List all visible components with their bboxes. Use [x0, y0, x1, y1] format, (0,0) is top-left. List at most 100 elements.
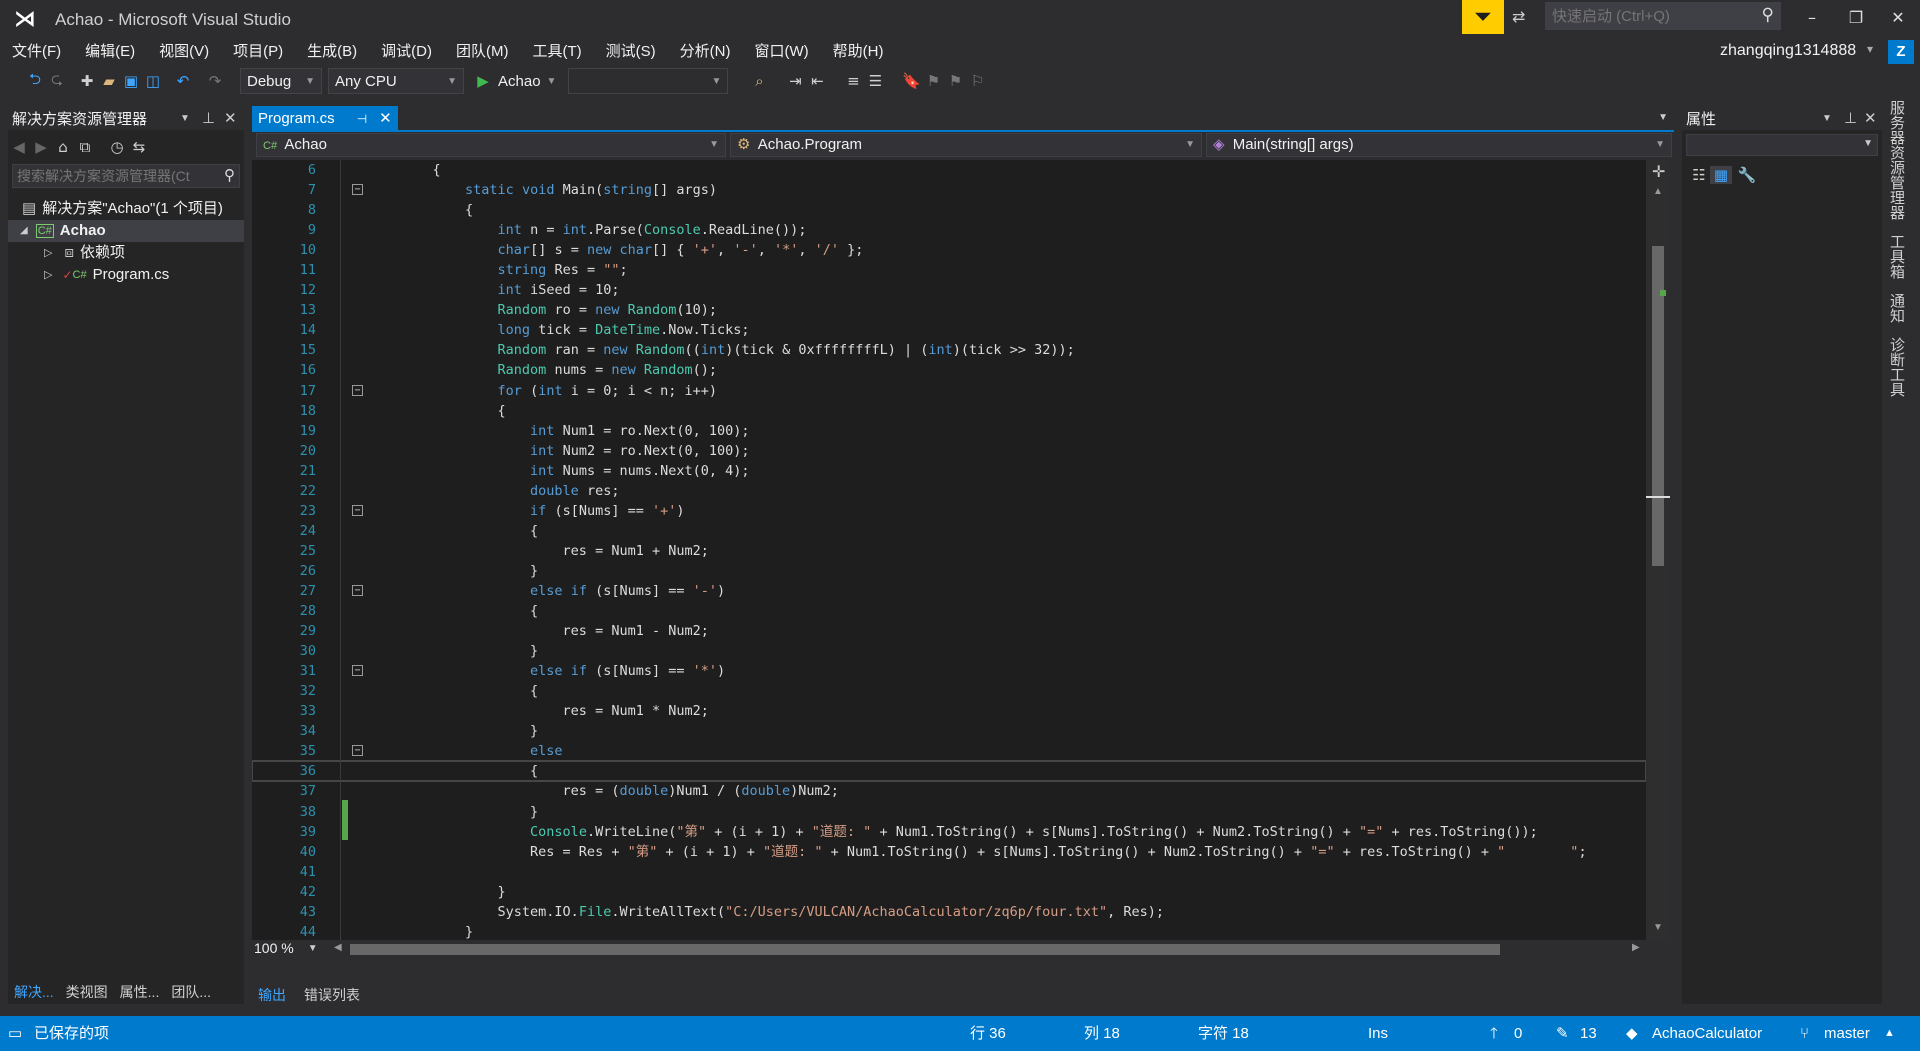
code-line[interactable]: 17 for (int i = 0; i < n; i++) −: [252, 381, 1646, 401]
start-button-label[interactable]: Achao: [498, 73, 541, 90]
scroll-right-icon[interactable]: ▶: [1632, 942, 1640, 953]
tab-solution-explorer[interactable]: 解决...: [8, 980, 60, 1004]
chevron-down-icon[interactable]: ▾: [1867, 42, 1873, 56]
code-line[interactable]: 41: [252, 862, 1646, 882]
notifications-flag-icon[interactable]: ⏷: [1462, 0, 1504, 34]
zoom-dropdown[interactable]: 100 % ▼: [254, 940, 318, 956]
code-line[interactable]: 10 char[] s = new char[] { '+', '-', '*'…: [252, 240, 1646, 260]
quick-launch-box[interactable]: ⚲: [1545, 2, 1781, 30]
status-insert-mode[interactable]: Ins: [1368, 1016, 1388, 1051]
menu-file[interactable]: 文件(F): [0, 40, 73, 64]
save-icon[interactable]: ▣: [120, 72, 142, 90]
search-icon[interactable]: ⚲: [1762, 5, 1774, 25]
code-line[interactable]: 7 static void Main(string[] args) −: [252, 180, 1646, 200]
menu-edit[interactable]: 编辑(E): [73, 40, 147, 64]
pending-changes-count[interactable]: 13: [1580, 1016, 1597, 1051]
code-line[interactable]: 39 Console.WriteLine("第" + (i + 1) + "道题…: [252, 822, 1646, 842]
repository-name[interactable]: AchaoCalculator: [1652, 1016, 1762, 1051]
feedback-icon[interactable]: ⇄: [1512, 7, 1525, 26]
code-line[interactable]: 27 else if (s[Nums] == '-') −: [252, 581, 1646, 601]
code-line[interactable]: 44 }: [252, 922, 1646, 940]
rail-diagnostic-tools[interactable]: 诊断工具: [1886, 337, 1907, 397]
tab-output[interactable]: 输出: [252, 983, 292, 1007]
clear-bookmarks-icon[interactable]: ⚐: [966, 72, 988, 90]
tab-class-view[interactable]: 类视图: [60, 980, 114, 1004]
tab-error-list[interactable]: 错误列表: [298, 983, 366, 1007]
menu-analyze[interactable]: 分析(N): [668, 40, 743, 64]
user-account-name[interactable]: zhangqing1314888: [1720, 42, 1856, 60]
collapse-region-icon[interactable]: −: [352, 584, 363, 596]
code-line[interactable]: 34 }: [252, 721, 1646, 741]
code-line[interactable]: 36 {: [252, 760, 1646, 783]
code-line[interactable]: 14 long tick = DateTime.Now.Ticks;: [252, 320, 1646, 340]
chevron-up-icon[interactable]: ▲: [1884, 1016, 1895, 1051]
menu-view[interactable]: 视图(V): [147, 40, 221, 64]
close-icon[interactable]: ✕: [224, 109, 237, 127]
categorized-icon[interactable]: ☷: [1688, 166, 1710, 184]
code-line[interactable]: 43 System.IO.File.WriteAllText("C:/Users…: [252, 902, 1646, 922]
expanded-arrow-icon[interactable]: ◢: [20, 220, 28, 242]
code-line[interactable]: 21 int Nums = nums.Next(0, 4);: [252, 461, 1646, 481]
close-window-button[interactable]: ✕: [1880, 4, 1916, 32]
search-icon[interactable]: ⚲: [224, 166, 235, 184]
code-line[interactable]: 20 int Num2 = ro.Next(0, 100);: [252, 441, 1646, 461]
tree-item-program-cs[interactable]: ▷ ✓ C# Program.cs: [8, 264, 244, 286]
menu-help[interactable]: 帮助(H): [821, 40, 896, 64]
collapse-region-icon[interactable]: −: [352, 745, 363, 757]
code-line[interactable]: 42 }: [252, 882, 1646, 902]
indent-icon[interactable]: ≡: [842, 72, 864, 90]
pin-icon[interactable]: ⊥: [202, 109, 215, 127]
member-dropdown[interactable]: ◈ Main(string[] args) ▼: [1206, 133, 1672, 157]
status-line[interactable]: 行 36: [970, 1016, 1006, 1051]
code-line[interactable]: 13 Random ro = new Random(10);: [252, 300, 1646, 320]
collapsed-arrow-icon[interactable]: ▷: [44, 264, 52, 286]
bookmark-icon[interactable]: 🔖: [900, 72, 922, 90]
solution-search-input[interactable]: [13, 165, 213, 187]
open-file-icon[interactable]: ▰: [98, 72, 120, 90]
code-line[interactable]: 9 int n = int.Parse(Console.ReadLine());: [252, 220, 1646, 240]
next-bookmark-icon[interactable]: ⚑: [944, 72, 966, 90]
tab-overflow-icon[interactable]: ▼: [1658, 112, 1668, 123]
rail-notifications[interactable]: 通知: [1886, 293, 1907, 323]
code-line[interactable]: 23 if (s[Nums] == '+') −: [252, 501, 1646, 521]
collapse-region-icon[interactable]: −: [352, 504, 363, 516]
code-line[interactable]: 40 Res = Res + "第" + (i + 1) + "道题: " + …: [252, 842, 1646, 862]
outdent-icon[interactable]: ☰: [864, 72, 886, 90]
wrench-icon[interactable]: 🔧: [1736, 166, 1758, 184]
solution-search-box[interactable]: ⚲: [12, 164, 240, 188]
start-debugging-icon[interactable]: ▶: [472, 72, 494, 90]
avatar[interactable]: Z: [1888, 40, 1914, 64]
code-line[interactable]: 33 res = Num1 * Num2;: [252, 701, 1646, 721]
platform-dropdown[interactable]: Any CPU ▼: [328, 68, 464, 94]
close-icon[interactable]: ✕: [1864, 109, 1877, 127]
sync-icon[interactable]: ⇆: [128, 138, 150, 156]
minimize-button[interactable]: –: [1794, 4, 1830, 32]
find-in-files-icon[interactable]: ⌕: [748, 72, 770, 90]
step-over-icon[interactable]: ⇤: [806, 72, 828, 90]
menu-debug[interactable]: 调试(D): [369, 40, 444, 64]
quick-launch-input[interactable]: [1546, 3, 1746, 29]
undo-icon[interactable]: ↶: [172, 72, 194, 90]
code-line[interactable]: 8 {: [252, 200, 1646, 220]
property-pages-icon[interactable]: ▦: [1710, 166, 1732, 184]
scroll-left-icon[interactable]: ◀: [334, 942, 342, 953]
menu-tools[interactable]: 工具(T): [520, 40, 593, 64]
collapse-region-icon[interactable]: −: [352, 665, 363, 677]
code-line[interactable]: 16 Random nums = new Random();: [252, 360, 1646, 380]
pin-icon[interactable]: ⊥: [1844, 109, 1857, 127]
menu-project[interactable]: 项目(P): [221, 40, 295, 64]
vertical-scrollbar[interactable]: ✛ ▲ ▼: [1646, 160, 1670, 940]
code-line[interactable]: 29 res = Num1 - Num2;: [252, 621, 1646, 641]
unpublished-commits-count[interactable]: 0: [1514, 1016, 1522, 1051]
save-all-icon[interactable]: ◫: [142, 72, 164, 90]
restore-button[interactable]: ❐: [1838, 4, 1874, 32]
step-into-icon[interactable]: ⇥: [784, 72, 806, 90]
navigate-forward-icon[interactable]: ⮎: [46, 69, 68, 94]
scroll-up-icon[interactable]: ▲: [1653, 186, 1663, 197]
tab-team-explorer[interactable]: 团队...: [165, 980, 217, 1004]
debug-target-dropdown[interactable]: ▼: [568, 68, 729, 94]
status-char[interactable]: 字符 18: [1198, 1016, 1249, 1051]
scroll-down-icon[interactable]: ▼: [1653, 922, 1663, 933]
panel-menu-icon[interactable]: ▼: [180, 113, 190, 124]
class-dropdown[interactable]: ⚙ Achao.Program ▼: [730, 133, 1202, 157]
